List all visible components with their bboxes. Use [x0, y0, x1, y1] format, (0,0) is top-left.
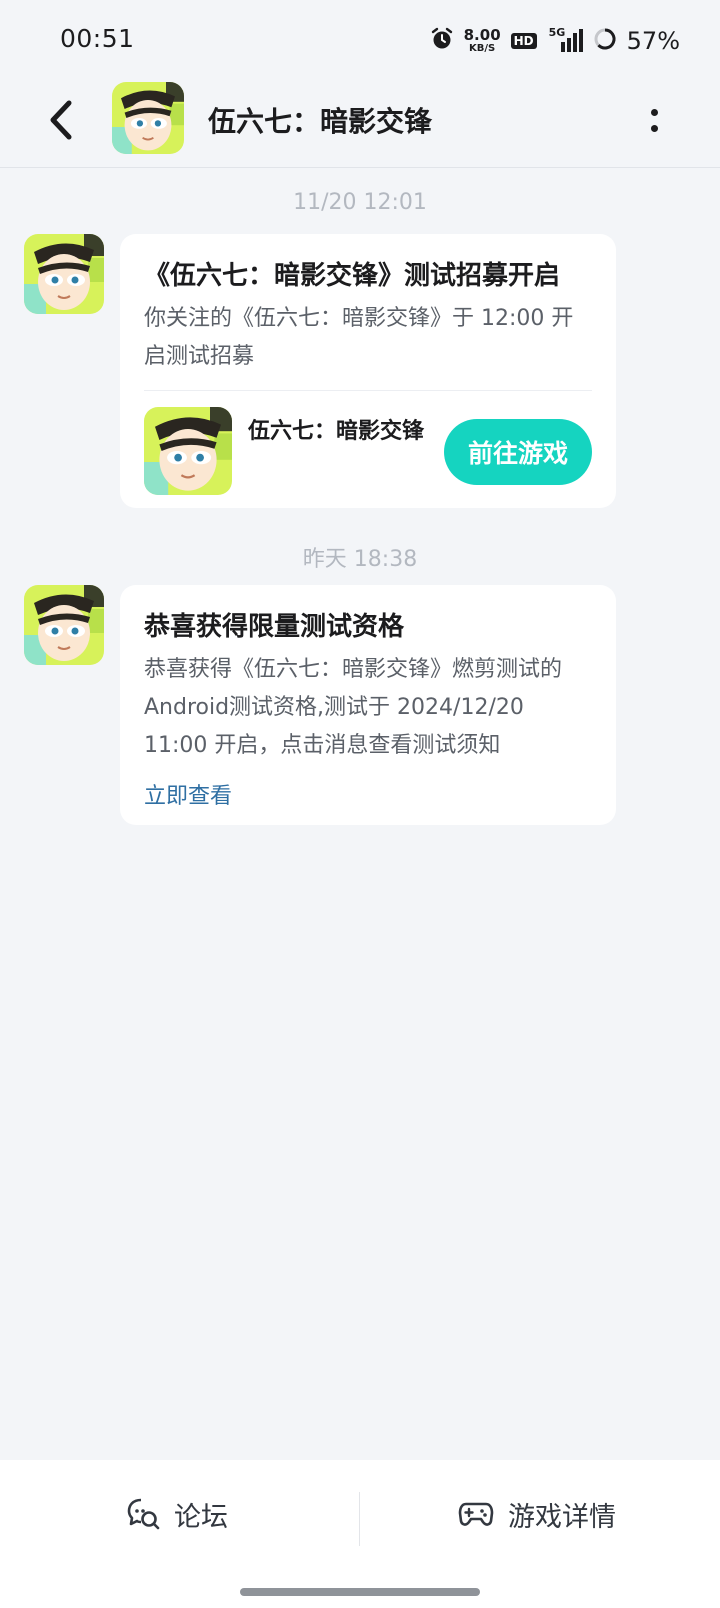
- game-avatar[interactable]: [112, 82, 184, 154]
- chevron-left-icon: [50, 100, 72, 140]
- alarm-icon: [430, 27, 454, 55]
- message-title: 《伍六七：暗影交锋》测试招募开启: [144, 261, 561, 291]
- bottom-bar-divider: [359, 1492, 360, 1546]
- character-avatar-icon: [144, 407, 232, 495]
- forum-tab[interactable]: 论坛: [126, 1482, 228, 1546]
- sender-avatar[interactable]: [24, 234, 104, 314]
- gamepad-icon: [458, 1502, 494, 1526]
- forum-label: 论坛: [174, 1501, 228, 1533]
- forum-chat-icon: [127, 1498, 160, 1530]
- battery-ring-icon: [593, 27, 617, 55]
- message-body: 你关注的《伍六七：暗影交锋》于 12:00 开启测试招募: [144, 306, 574, 369]
- message-card-qualification[interactable]: 恭喜获得限量测试资格 恭喜获得《伍六七：暗影交锋》燃剪测试的Android测试资…: [120, 585, 616, 825]
- character-avatar-icon: [24, 585, 104, 665]
- game-icon[interactable]: [144, 407, 232, 495]
- game-details-tab[interactable]: 游戏详情: [458, 1482, 616, 1546]
- network-speed: 8.00 KB/S: [464, 28, 501, 54]
- signal-icon: 5G: [547, 26, 583, 54]
- home-indicator[interactable]: [240, 1588, 480, 1596]
- battery-percent: 57%: [626, 27, 680, 55]
- more-vertical-icon: [650, 124, 658, 132]
- game-details-label: 游戏详情: [508, 1501, 616, 1533]
- back-button[interactable]: [36, 94, 84, 146]
- page-title: 伍六七：暗影交锋: [208, 105, 433, 138]
- status-time: 00:51: [60, 24, 135, 53]
- game-row: 伍六七：暗影交锋 前往游戏: [144, 391, 592, 519]
- character-avatar-icon: [112, 82, 184, 154]
- message-title: 恭喜获得限量测试资格: [144, 612, 405, 642]
- message-body: 恭喜获得《伍六七：暗影交锋》燃剪测试的Android测试资格,测试于 2024/…: [144, 657, 563, 758]
- status-icons: 8.00 KB/S HD 5G 57%: [430, 24, 680, 58]
- message-timestamp: 昨天 18:38: [302, 547, 418, 572]
- hd-icon: HD: [510, 33, 537, 49]
- go-to-game-button[interactable]: 前往游戏: [444, 419, 592, 485]
- more-vertical-icon: [650, 108, 658, 116]
- message-timestamp: 11/20 12:01: [293, 190, 427, 215]
- character-avatar-icon: [24, 234, 104, 314]
- view-now-link[interactable]: 立即查看: [144, 777, 592, 817]
- game-name: 伍六七：暗影交锋: [248, 419, 425, 444]
- message-card-recruitment[interactable]: 《伍六七：暗影交锋》测试招募开启 你关注的《伍六七：暗影交锋》于 12:00 开…: [120, 234, 616, 508]
- network-speed-value: 8.00: [463, 26, 501, 44]
- status-bar: 00:51 8.00 KB/S HD 5G 57%: [0, 0, 720, 80]
- more-options-button[interactable]: [642, 100, 666, 140]
- message-page: 00:51 8.00 KB/S HD 5G 57% 伍六七：暗影交锋 11/20…: [0, 0, 720, 1608]
- network-speed-unit: KB/S: [469, 43, 496, 54]
- bottom-bar: 论坛 游戏详情: [0, 1460, 720, 1608]
- top-navigation-bar: 伍六七：暗影交锋: [0, 80, 720, 168]
- sender-avatar[interactable]: [24, 585, 104, 665]
